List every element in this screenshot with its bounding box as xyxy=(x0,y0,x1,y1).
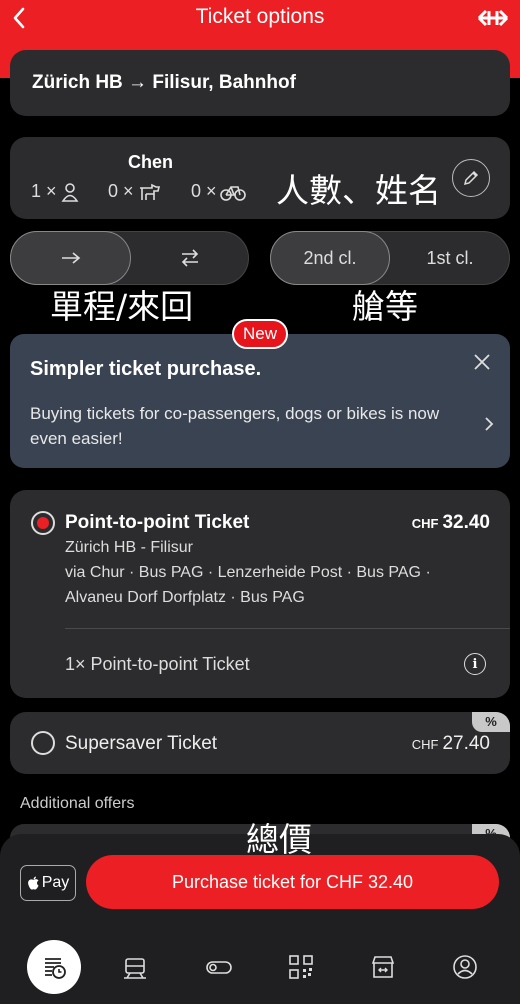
one-way-option[interactable] xyxy=(10,231,131,285)
chevron-right-icon xyxy=(485,417,494,431)
trip-type-toggle xyxy=(10,231,249,285)
ticket-via-1: via Chur · Bus PAG · Lenzerheide Post · … xyxy=(65,564,431,581)
discount-badge: % xyxy=(472,712,510,732)
purchase-button[interactable]: Purchase ticket for CHF 32.40 xyxy=(86,855,499,909)
annotation-class: 艙等 xyxy=(352,287,418,326)
bike-icon xyxy=(219,185,246,201)
qr-code-icon xyxy=(289,955,313,979)
promo-body: Buying tickets for co-passengers, dogs o… xyxy=(30,404,440,448)
promo-banner[interactable]: Simpler ticket purchase. Buying tickets … xyxy=(10,334,510,468)
profile-icon xyxy=(453,955,477,979)
arrow-right-icon xyxy=(61,252,80,264)
info-icon[interactable]: i xyxy=(464,653,486,675)
supersaver-ticket-card[interactable]: % Supersaver Ticket CHF 27.40 xyxy=(10,712,510,774)
new-badge: New xyxy=(232,319,288,349)
ticket-title: Point-to-point Ticket xyxy=(65,512,250,533)
nav-train[interactable] xyxy=(108,940,162,994)
ticket-summary: 1× Point-to-point Ticket xyxy=(65,654,250,674)
saver-price: CHF 27.40 xyxy=(411,733,490,754)
route-card[interactable]: Zürich HB → Filisur, Bahnhof xyxy=(10,50,510,116)
dog-icon xyxy=(139,183,160,200)
apple-icon xyxy=(27,876,39,890)
adult-count: 1 × xyxy=(31,181,80,202)
edit-travellers-button[interactable] xyxy=(452,159,490,197)
annotation-trip-type: 單程/來回 xyxy=(50,287,194,326)
dog-count: 0 × xyxy=(108,181,161,202)
ticket-route: Zürich HB - Filisur xyxy=(65,539,194,556)
apple-pay-button[interactable]: Pay xyxy=(20,865,76,901)
close-icon[interactable] xyxy=(472,352,492,372)
timetable-icon xyxy=(45,958,66,979)
toggle-icon xyxy=(206,961,232,974)
class-toggle: 2nd cl. 1st cl. xyxy=(270,231,510,285)
nav-qr-code[interactable] xyxy=(274,940,328,994)
additional-offers-label: Additional offers xyxy=(20,795,135,812)
first-class-option[interactable]: 1st cl. xyxy=(390,231,510,285)
nav-shop[interactable] xyxy=(356,940,410,994)
second-class-option[interactable]: 2nd cl. xyxy=(270,231,390,285)
page-title: Ticket options xyxy=(195,5,325,28)
ticket-price: CHF 32.40 xyxy=(411,512,490,533)
promo-title: Simpler ticket purchase. xyxy=(30,358,262,380)
nav-toggle[interactable] xyxy=(192,940,246,994)
shop-icon xyxy=(371,956,395,978)
arrows-swap-icon xyxy=(181,249,199,267)
sbb-logo-icon xyxy=(477,9,509,27)
saver-radio[interactable] xyxy=(31,731,55,755)
divider xyxy=(65,628,510,629)
route-text: Zürich HB → Filisur, Bahnhof xyxy=(32,72,296,93)
train-icon xyxy=(124,958,146,979)
nav-profile[interactable] xyxy=(438,940,492,994)
traveller-name: Chen xyxy=(128,152,173,172)
ticket-via-2: Alvaneu Dorf Dorfplatz · Bus PAG xyxy=(65,589,305,606)
person-icon xyxy=(61,182,78,202)
bike-count: 0 × xyxy=(191,181,246,202)
pencil-icon xyxy=(463,170,479,186)
saver-title: Supersaver Ticket xyxy=(65,733,218,754)
ticket-radio-selected[interactable] xyxy=(31,511,55,535)
nav-timetable[interactable] xyxy=(27,940,81,994)
annotation-total: 總價 xyxy=(246,820,312,859)
return-option[interactable] xyxy=(131,231,249,285)
annotation-people: 人數、姓名 xyxy=(276,171,441,210)
point-to-point-ticket-card[interactable]: Point-to-point Ticket CHF 32.40 Zürich HB… xyxy=(10,490,510,698)
